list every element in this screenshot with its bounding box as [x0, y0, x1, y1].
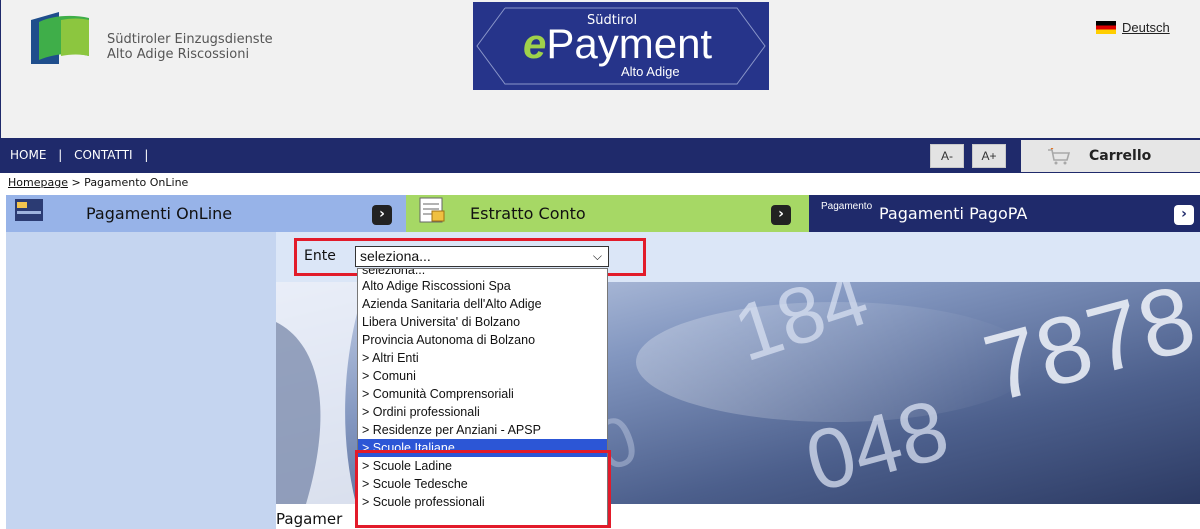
cart-label: Carrello	[1089, 148, 1152, 164]
broken-image-alt: Pagamento	[821, 201, 873, 212]
chevron-right-icon[interactable]: ›	[771, 205, 791, 225]
cart-icon	[1048, 148, 1071, 165]
nav-links: HOME | CONTATTI |	[10, 148, 156, 162]
dropdown-option[interactable]: > Comunità Comprensoriali	[358, 385, 607, 403]
tab-pagamenti-online[interactable]: Pagamenti OnLine ›	[6, 195, 406, 232]
card-icon	[15, 199, 43, 221]
epayment-e: e	[523, 20, 547, 67]
breadcrumb-current: > Pagamento OnLine	[67, 176, 189, 189]
language-link[interactable]: Deutsch	[1096, 20, 1170, 35]
chevron-right-icon[interactable]: ›	[372, 205, 392, 225]
font-increase-button[interactable]: A+	[972, 144, 1006, 168]
nav-separator: |	[58, 148, 63, 162]
breadcrumb: Homepage > Pagamento OnLine	[8, 176, 188, 189]
tab-label: Pagamenti OnLine	[86, 204, 233, 223]
dropdown-option[interactable]: Libera Universita' di Bolzano	[358, 313, 607, 331]
nav-contatti[interactable]: CONTATTI	[74, 148, 132, 162]
footer-text: Pagamer	[276, 510, 343, 528]
nav-separator: |	[144, 148, 149, 162]
org-name: Südtiroler Einzugsdienste Alto Adige Ris…	[107, 32, 273, 62]
left-sidebar	[6, 232, 276, 529]
org-name-line2: Alto Adige Riscossioni	[107, 47, 250, 62]
breadcrumb-home-link[interactable]: Homepage	[8, 176, 68, 189]
tab-label: Estratto Conto	[470, 204, 586, 223]
dropdown-option[interactable]: > Residenze per Anziani - APSP	[358, 421, 607, 439]
cart-button[interactable]: Carrello	[1021, 140, 1200, 172]
tab-estratto-conto[interactable]: Estratto Conto ›	[406, 195, 809, 232]
tab-label: Pagamenti PagoPA	[879, 204, 1028, 223]
dropdown-option[interactable]: Provincia Autonoma di Bolzano	[358, 331, 607, 349]
tab-pagamenti-pagopa[interactable]: Pagamento Pagamenti PagoPA ›	[809, 195, 1200, 232]
dropdown-option[interactable]: Azienda Sanitaria dell'Alto Adige	[358, 295, 607, 313]
main-nav: HOME | CONTATTI |	[0, 138, 1200, 173]
org-name-line1: Südtiroler Einzugsdienste	[107, 32, 273, 47]
epayment-logo: Südtirol ePayment Alto Adige	[473, 2, 769, 90]
epayment-word: Payment	[546, 20, 713, 67]
dropdown-option[interactable]: Alto Adige Riscossioni Spa	[358, 277, 607, 295]
dropdown-option[interactable]: seleziona...	[358, 269, 607, 277]
dropdown-option[interactable]: > Ordini professionali	[358, 403, 607, 421]
statement-icon	[419, 197, 445, 223]
font-decrease-button[interactable]: A-	[930, 144, 964, 168]
highlight-box-scuole	[355, 450, 611, 528]
page: Südtiroler Einzugsdienste Alto Adige Ris…	[0, 0, 1200, 529]
epayment-title: ePayment	[523, 20, 712, 68]
nav-home[interactable]: HOME	[10, 148, 46, 162]
dropdown-option[interactable]: > Comuni	[358, 367, 607, 385]
site-header: Südtiroler Einzugsdienste Alto Adige Ris…	[0, 0, 1200, 138]
company-logo	[31, 12, 89, 64]
epayment-bottom-text: Alto Adige	[621, 64, 680, 79]
chevron-right-icon[interactable]: ›	[1174, 205, 1194, 225]
german-flag-icon	[1096, 21, 1116, 34]
dropdown-option[interactable]: > Altri Enti	[358, 349, 607, 367]
language-link-label: Deutsch	[1122, 20, 1170, 35]
